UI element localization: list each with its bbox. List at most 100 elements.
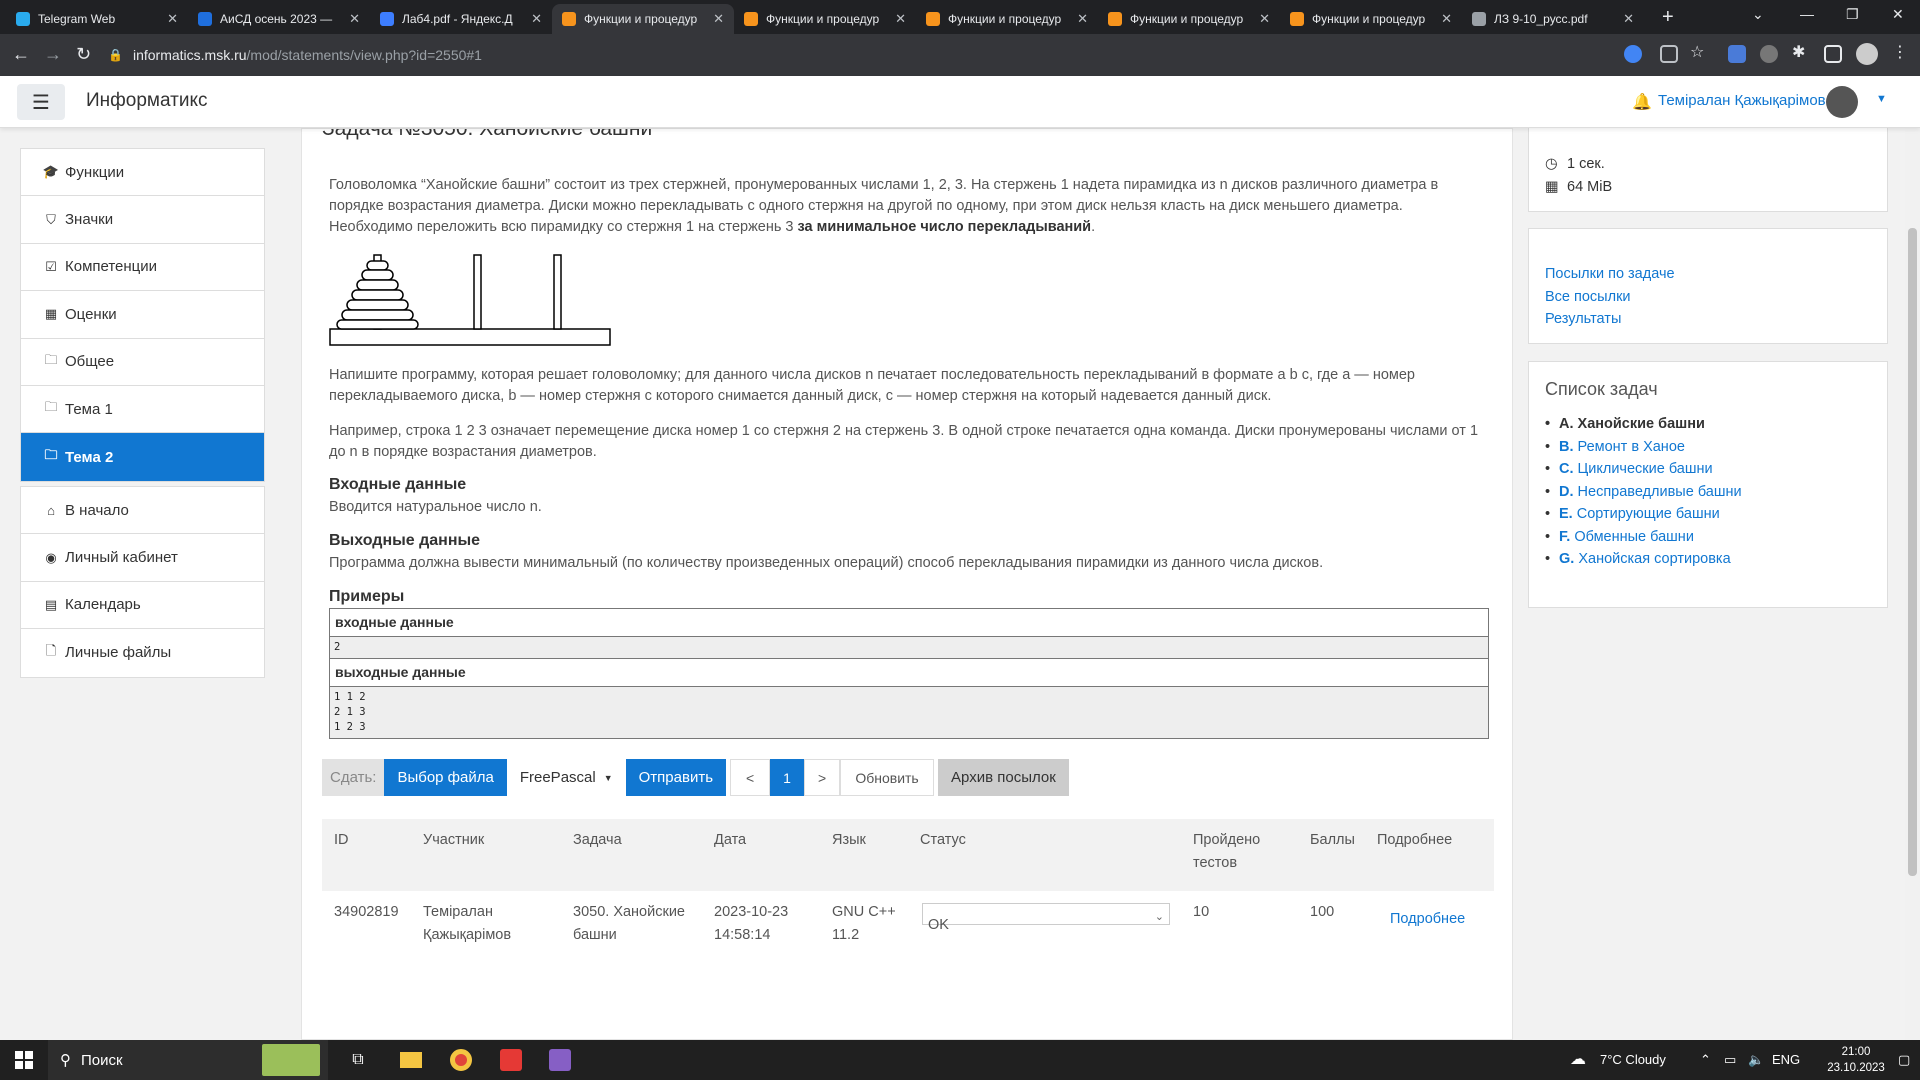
browser-tab[interactable]: Функции и процедур ✕ xyxy=(1280,4,1462,34)
drawer-item[interactable]: ▦ Оценки xyxy=(21,291,264,339)
task-letter: G. xyxy=(1559,551,1575,567)
close-window-icon[interactable]: ✕ xyxy=(1892,6,1904,23)
extension-icon[interactable] xyxy=(1760,45,1778,63)
browser-tab[interactable]: Функции и процедур ✕ xyxy=(1098,4,1280,34)
details-link[interactable]: Подробнее xyxy=(1390,908,1465,931)
browser-tab[interactable]: Лаб4.pdf - Яндекс.Д ✕ xyxy=(370,4,552,34)
folder-icon: 🗀 xyxy=(44,447,58,463)
drawer-item[interactable]: 🗀 Тема 2 xyxy=(21,433,264,481)
tab-close-icon[interactable]: ✕ xyxy=(1441,11,1452,27)
tab-close-icon[interactable]: ✕ xyxy=(167,11,178,27)
browser-tab[interactable]: Функции и процедур ✕ xyxy=(734,4,916,34)
drawer-item[interactable]: 🗋 Личные файлы xyxy=(21,629,264,676)
windows-start-icon[interactable] xyxy=(0,1040,48,1080)
drawer-item[interactable]: ⛉ Значки xyxy=(21,196,264,244)
sidepanel-icon[interactable] xyxy=(1824,45,1842,63)
site-brand[interactable]: Информатикс xyxy=(86,90,207,112)
drawer-item-label: Календарь xyxy=(65,596,141,614)
restore-icon[interactable]: ❐ xyxy=(1846,6,1859,23)
tab-favicon-icon xyxy=(1108,12,1122,26)
task-list-item[interactable]: D. Несправедливые башни xyxy=(1545,481,1871,504)
drawer-item[interactable]: 🗀 Общее xyxy=(21,339,264,386)
weather-text[interactable]: 7°C Cloudy xyxy=(1600,1052,1666,1067)
task-list-item[interactable]: F. Обменные башни xyxy=(1545,526,1871,549)
pagination-prev[interactable]: < xyxy=(730,759,771,796)
task-letter: E. xyxy=(1559,506,1573,522)
tab-close-icon[interactable]: ✕ xyxy=(1259,11,1270,27)
task-list-item[interactable]: C. Циклические башни xyxy=(1545,458,1871,481)
browser-tab[interactable]: Telegram Web ✕ xyxy=(6,4,188,34)
translate-icon[interactable] xyxy=(1728,45,1746,63)
clock-time: 21:00 xyxy=(1841,1046,1871,1058)
notifications-icon[interactable]: ▢ xyxy=(1898,1052,1910,1068)
back-icon[interactable]: ← xyxy=(12,44,30,65)
address-bar[interactable]: 🔒 informatics.msk.ru/mod/statements/view… xyxy=(108,40,1608,70)
link-task-submissions[interactable]: Посылки по задаче xyxy=(1545,263,1871,286)
task-name: Ремонт в Ханое xyxy=(1577,438,1685,455)
send-button[interactable]: Отправить xyxy=(625,759,727,796)
volume-icon[interactable]: 🔈 xyxy=(1748,1052,1764,1068)
tab-close-icon[interactable]: ✕ xyxy=(1623,11,1634,27)
tab-favicon-icon xyxy=(380,12,394,26)
new-tab-button[interactable]: + xyxy=(1662,6,1674,29)
pagination-next[interactable]: > xyxy=(804,759,841,796)
chevron-up-icon[interactable]: ⌃ xyxy=(1700,1052,1711,1068)
file-explorer-icon[interactable] xyxy=(396,1040,426,1080)
archive-button[interactable]: Архив посылок xyxy=(938,759,1069,796)
task-view-icon[interactable]: ⧉ xyxy=(344,1040,372,1080)
lock-icon: 🔒 xyxy=(108,48,123,62)
cell-lang: GNU C++ 11.2 xyxy=(832,904,896,943)
browser-tab[interactable]: Функции и процедур ✕ xyxy=(916,4,1098,34)
drawer-item[interactable]: 🗀 Тема 1 xyxy=(21,386,264,434)
reload-icon[interactable]: ↻ xyxy=(76,44,91,65)
forward-icon[interactable]: → xyxy=(44,44,62,65)
cell-tests: 10 xyxy=(1193,904,1210,920)
col-tests: Пройдено тестов xyxy=(1193,832,1261,871)
browser-tab[interactable]: ЛЗ 9-10_русс.pdf ✕ xyxy=(1462,4,1644,34)
status-select[interactable]: OK ⌄ xyxy=(922,903,1170,933)
link-results[interactable]: Результаты xyxy=(1545,308,1871,331)
anydesk-icon[interactable] xyxy=(496,1040,526,1080)
language-select[interactable]: FreePascal ▼ xyxy=(506,759,626,796)
visual-studio-icon[interactable] xyxy=(545,1040,575,1080)
bookmark-star-icon[interactable]: ☆ xyxy=(1690,42,1708,61)
user-menu-name[interactable]: Теміралан Қажықарімов xyxy=(1658,92,1826,109)
tab-close-icon[interactable]: ✕ xyxy=(1077,11,1088,27)
browser-tab[interactable]: Функции и процедур ✕ xyxy=(552,4,734,34)
chrome-icon[interactable] xyxy=(446,1040,476,1080)
tab-close-icon[interactable]: ✕ xyxy=(895,11,906,27)
drawer-item[interactable]: ☑ Компетенции xyxy=(21,244,264,292)
share-icon[interactable] xyxy=(1660,45,1678,63)
google-icon[interactable] xyxy=(1624,45,1642,63)
network-icon[interactable]: ▭ xyxy=(1724,1052,1736,1068)
task-list-item[interactable]: G. Ханойская сортировка xyxy=(1545,548,1871,571)
browser-tab[interactable]: АиСД осень 2023 — ✕ xyxy=(188,4,370,34)
user-avatar[interactable] xyxy=(1826,86,1858,118)
tab-close-icon[interactable]: ✕ xyxy=(349,11,360,27)
choose-file-button[interactable]: Выбор файла xyxy=(384,759,507,796)
input-language[interactable]: ENG xyxy=(1772,1052,1800,1067)
task-list-item[interactable]: A. Ханойские башни xyxy=(1545,413,1871,436)
caret-down-icon[interactable]: ▼ xyxy=(1876,93,1887,105)
refresh-button[interactable]: Обновить xyxy=(840,759,935,796)
drawer-item[interactable]: ⌂ В начало xyxy=(21,487,264,535)
puzzle-icon[interactable]: ✱ xyxy=(1792,42,1810,61)
kebab-menu-icon[interactable]: ⋮ xyxy=(1892,42,1910,61)
link-all-submissions[interactable]: Все посылки xyxy=(1545,286,1871,309)
drawer-item[interactable]: ▤ Календарь xyxy=(21,582,264,630)
drawer-item[interactable]: ◉ Личный кабинет xyxy=(21,534,264,582)
task-list-item[interactable]: E. Сортирующие башни xyxy=(1545,503,1871,526)
tab-search-icon[interactable]: ⌄ xyxy=(1752,6,1764,23)
drawer-toggle-button[interactable]: ☰ xyxy=(17,84,65,120)
profile-avatar-icon[interactable] xyxy=(1856,43,1878,65)
task-list-item[interactable]: B. Ремонт в Ханое xyxy=(1545,436,1871,459)
minimize-icon[interactable]: — xyxy=(1800,6,1814,22)
taskbar-search[interactable]: ⚲ Поиск xyxy=(48,1040,328,1080)
drawer-item[interactable]: 🎓 Функции xyxy=(21,149,264,197)
tab-close-icon[interactable]: ✕ xyxy=(713,11,724,27)
pagination-page-1[interactable]: 1 xyxy=(770,759,805,796)
bell-icon[interactable]: 🔔 xyxy=(1632,92,1652,112)
page-scrollbar-thumb[interactable] xyxy=(1908,228,1917,876)
tab-close-icon[interactable]: ✕ xyxy=(531,11,542,27)
clock[interactable]: 21:00 23.10.2023 xyxy=(1826,1044,1886,1076)
